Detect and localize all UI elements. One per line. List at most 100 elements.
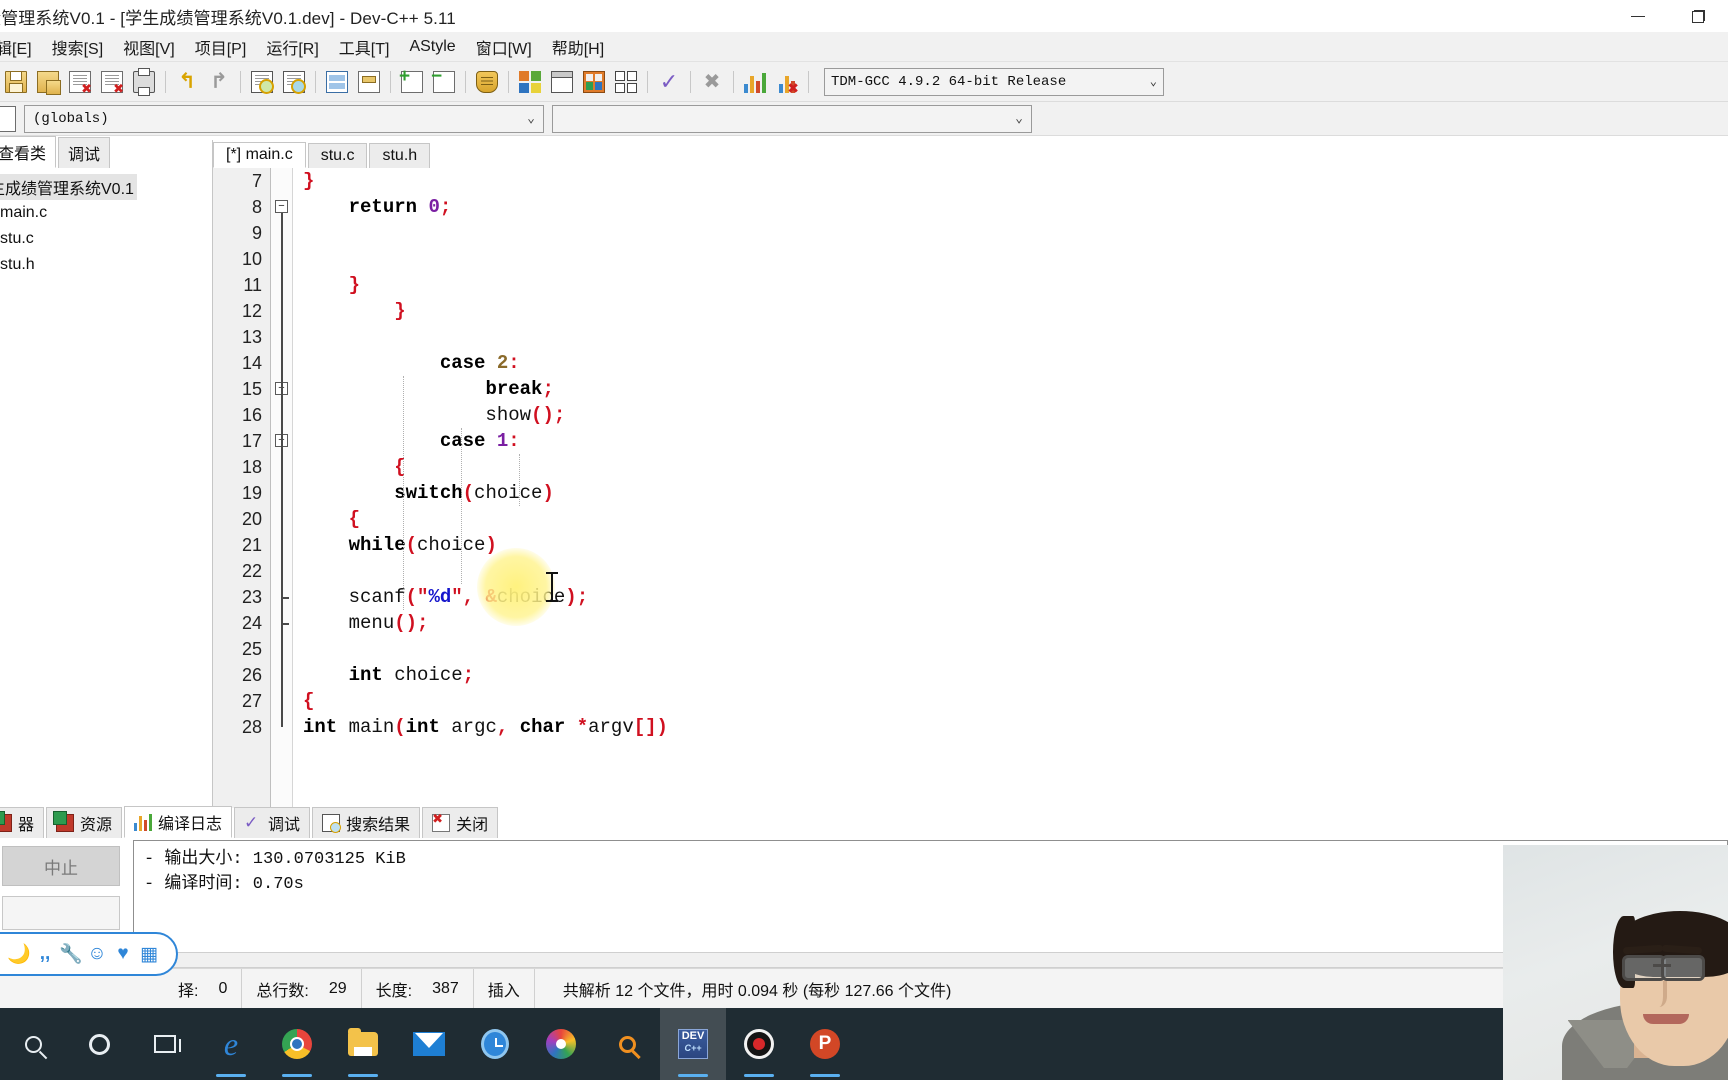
taskbar-search-icon[interactable] — [0, 1008, 66, 1080]
code-line[interactable]: menu(); — [293, 610, 1728, 636]
tab-compiler[interactable]: 器 — [0, 807, 45, 838]
tab-class-browser[interactable]: 查看类 — [0, 136, 57, 168]
scope-select[interactable]: (globals) ⌄ — [24, 104, 544, 133]
tab-compile-log[interactable]: 编译日志 — [124, 806, 233, 838]
save-file-button[interactable] — [1, 67, 31, 97]
code-line[interactable]: int main(int argc, char *argv[]) — [293, 714, 1728, 740]
code-line[interactable]: { — [293, 506, 1728, 532]
stop-execution-button[interactable]: ✖ — [697, 67, 727, 97]
heart-icon[interactable]: ♥ — [111, 942, 135, 966]
code-line[interactable]: show(); — [293, 402, 1728, 428]
menu-window[interactable]: 窗口[W] — [466, 32, 542, 62]
menu-help[interactable]: 帮助[H] — [542, 32, 614, 62]
delete-profile-button[interactable] — [772, 67, 802, 97]
menu-edit[interactable]: 辑[E] — [0, 32, 42, 62]
add-to-project-button[interactable] — [397, 66, 427, 97]
run-button[interactable] — [547, 67, 577, 97]
print-button[interactable] — [129, 67, 159, 97]
taskbar-chrome-icon[interactable] — [264, 1008, 330, 1080]
close-file-button[interactable] — [65, 67, 95, 97]
taskbar-mail-icon[interactable] — [396, 1008, 462, 1080]
log-horizontal-scrollbar[interactable]: ‹ — [133, 952, 1728, 968]
tab-close-panel[interactable]: 关闭 — [422, 807, 499, 838]
taskbar-clock-app-icon[interactable] — [462, 1008, 528, 1080]
taskbar-cortana-icon[interactable] — [66, 1008, 132, 1080]
code-line[interactable] — [293, 220, 1728, 246]
floating-tool-dock[interactable]: 🌙 ,, 🔧 ☺ ♥ ▦ — [0, 932, 178, 976]
quote-icon[interactable]: ,, — [33, 942, 57, 966]
menu-view[interactable]: 视图[V] — [113, 32, 185, 62]
code-line[interactable]: { — [293, 688, 1728, 714]
code-line[interactable]: break; — [293, 376, 1728, 402]
compile-run-button[interactable] — [579, 67, 609, 97]
compiler-profile-select[interactable]: TDM-GCC 4.9.2 64-bit Release ⌄ — [824, 67, 1164, 96]
code-line[interactable]: case 1: — [293, 428, 1728, 454]
profile-button[interactable] — [740, 67, 770, 97]
code-area[interactable]: 7 8 9 10 11 12 13 14 15 16 17 18 19 20 21 22 23 24 25 26 27 2… — [213, 168, 1728, 808]
taskbar-devcpp-icon[interactable]: DEV C++ — [660, 1008, 726, 1080]
code-line[interactable] — [293, 246, 1728, 272]
member-select[interactable]: ⌄ — [552, 104, 1032, 133]
restore-button[interactable] — [1668, 0, 1728, 32]
tab-main-c[interactable]: [*] main.c — [213, 142, 306, 168]
find-button[interactable] — [247, 67, 277, 97]
project-options-button[interactable] — [472, 67, 502, 97]
menu-astyle[interactable]: AStyle — [399, 35, 465, 59]
taskbar-recorder-icon[interactable] — [726, 1008, 792, 1080]
taskbar-task-view-icon[interactable] — [132, 1008, 198, 1080]
grid-icon[interactable]: ▦ — [137, 942, 161, 966]
smiley-icon[interactable]: ☺ — [85, 942, 109, 966]
menu-tools[interactable]: 工具[T] — [329, 32, 400, 62]
code-line[interactable]: scanf("%d", &choice); — [293, 584, 1728, 610]
compile-button[interactable] — [515, 67, 545, 97]
code-line[interactable]: } — [293, 272, 1728, 298]
menu-run[interactable]: 运行[R] — [256, 32, 328, 62]
tab-debug[interactable]: 调试 — [58, 137, 111, 168]
tab-search-results[interactable]: 搜索结果 — [312, 807, 421, 838]
compile-log-output[interactable]: - 输出大小: 130.0703125 KiB - 编译时间: 0.70s — [133, 840, 1728, 960]
code-line[interactable]: case 2: — [293, 350, 1728, 376]
undo-button[interactable]: ↰ — [172, 67, 202, 97]
code-line[interactable]: int choice; — [293, 662, 1728, 688]
menu-project[interactable]: 项目[P] — [185, 32, 257, 62]
class-browser-toggle-icon[interactable] — [0, 105, 16, 132]
code-line[interactable]: { — [293, 454, 1728, 480]
close-all-button[interactable] — [97, 67, 127, 97]
tab-stu-c[interactable]: stu.c — [307, 143, 368, 168]
taskbar-file-explorer-icon[interactable] — [330, 1008, 396, 1080]
code-text[interactable]: } return 0; } } case 2: break; show(); c… — [293, 168, 1728, 808]
rebuild-all-button[interactable] — [611, 67, 641, 97]
code-line[interactable] — [293, 324, 1728, 350]
project-file-stu-c[interactable]: stu.c — [0, 226, 212, 252]
taskbar-powerpoint-icon[interactable]: P — [792, 1008, 858, 1080]
code-fold-column[interactable]: −−− — [271, 168, 293, 808]
save-all-button[interactable] — [33, 67, 63, 97]
indent-button[interactable] — [354, 67, 384, 97]
code-line[interactable]: while(choice) — [293, 532, 1728, 558]
menu-search[interactable]: 搜索[S] — [42, 32, 114, 62]
taskbar-everything-icon[interactable] — [594, 1008, 660, 1080]
taskbar-edge-icon[interactable]: e — [198, 1008, 264, 1080]
tab-stu-h[interactable]: stu.h — [369, 143, 431, 168]
remove-from-project-button[interactable] — [429, 66, 459, 97]
code-line[interactable] — [293, 558, 1728, 584]
code-line[interactable]: return 0; — [293, 194, 1728, 220]
project-file-main-c[interactable]: main.c — [0, 200, 212, 226]
redo-button[interactable]: ↱ — [204, 67, 234, 97]
syntax-check-button[interactable]: ✓ — [654, 67, 684, 97]
minimize-button[interactable] — [1608, 0, 1668, 32]
taskbar-photos-icon[interactable] — [528, 1008, 594, 1080]
tab-debug-output[interactable]: ✓ 调试 — [234, 807, 311, 838]
project-file-stu-h[interactable]: stu.h — [0, 252, 212, 278]
code-line[interactable]: } — [293, 168, 1728, 194]
code-line[interactable]: switch(choice) — [293, 480, 1728, 506]
wrench-icon[interactable]: 🔧 — [59, 942, 83, 966]
code-line[interactable] — [293, 636, 1728, 662]
fold-collapse-icon[interactable]: − — [275, 200, 288, 213]
abort-button[interactable]: 中止 — [2, 846, 120, 886]
project-tree-root[interactable]: 生成绩管理系统V0.1 — [0, 174, 137, 200]
moon-icon[interactable]: 🌙 — [7, 942, 31, 966]
find-next-button[interactable] — [279, 67, 309, 97]
code-line[interactable]: } — [293, 298, 1728, 324]
tab-resources[interactable]: 资源 — [46, 807, 123, 838]
